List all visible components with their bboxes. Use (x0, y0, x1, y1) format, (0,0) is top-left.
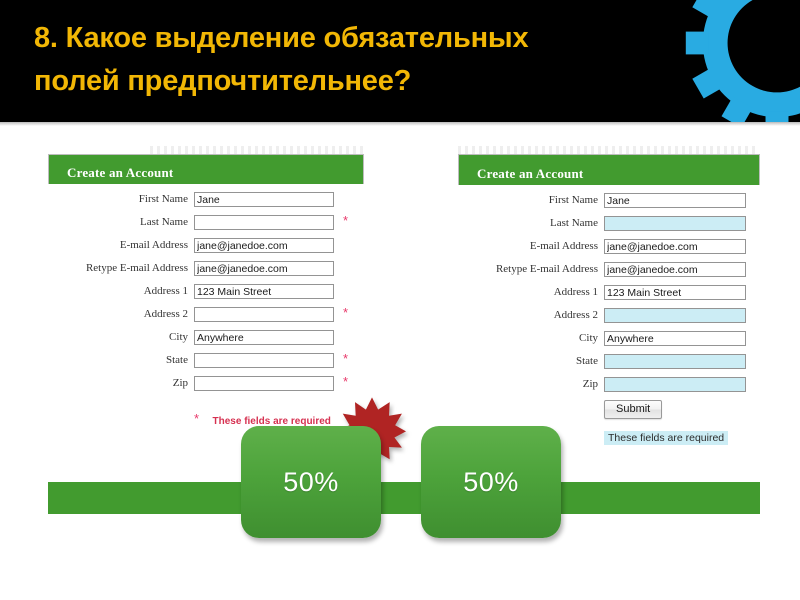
form-row: Address 2 (458, 308, 760, 323)
form-row: Last Name * (48, 213, 364, 230)
form-row: Zip (458, 377, 760, 392)
field-label: Zip (582, 378, 598, 390)
cutoff-text-artifact-left (150, 146, 365, 154)
field-label: Address 1 (143, 285, 188, 297)
account-form-highlight-variant: Create an Account First Name Last Name E-m… (458, 154, 760, 446)
cutoff-text-artifact-right (458, 146, 758, 154)
field-label: Address 2 (553, 309, 598, 321)
required-asterisk-icon: * (343, 351, 349, 366)
field-input[interactable] (604, 285, 746, 300)
form-row: E-mail Address (48, 238, 364, 253)
submit-row: Submit (458, 400, 760, 419)
form-header-bar: Create an Account (458, 154, 760, 185)
form-header-bar: Create an Account (48, 154, 364, 184)
vote-percent-label: 50% (463, 466, 519, 497)
form-row: State (458, 354, 760, 369)
field-input[interactable] (194, 284, 334, 299)
required-asterisk-icon: * (343, 374, 349, 389)
field-input[interactable] (194, 307, 334, 322)
field-input[interactable] (194, 376, 334, 391)
field-label: First Name (138, 193, 188, 205)
field-label: First Name (548, 194, 598, 206)
field-label: City (579, 332, 598, 344)
form-row: City (48, 330, 364, 345)
field-input[interactable] (194, 353, 334, 368)
field-input[interactable] (604, 377, 746, 392)
field-label: E-mail Address (119, 239, 188, 251)
field-label: Zip (172, 377, 188, 389)
field-label: Retype E-mail Address (495, 263, 598, 275)
legend-text: These fields are required (604, 431, 729, 445)
form-row: State * (48, 351, 364, 368)
form-row: Retype E-mail Address (48, 261, 364, 276)
form-row: E-mail Address (458, 239, 760, 254)
vote-percent-label: 50% (283, 466, 339, 497)
field-input[interactable] (194, 215, 334, 230)
form-row: Retype E-mail Address (458, 262, 760, 277)
field-input[interactable] (194, 330, 334, 345)
form-field-list: First Name Last Name E-mail Address Retype … (458, 185, 760, 392)
field-label: E-mail Address (529, 240, 598, 252)
vote-badge-right-option[interactable]: 50% (421, 426, 561, 538)
field-label: Address 1 (553, 286, 598, 298)
field-input[interactable] (194, 261, 334, 276)
required-asterisk-icon: * (343, 213, 349, 228)
field-input[interactable] (604, 308, 746, 323)
slide-header: 8. Какое выделение обязательных полей пр… (0, 0, 800, 122)
form-row: First Name (458, 193, 760, 208)
field-label: Retype E-mail Address (85, 262, 188, 274)
field-label: State (576, 355, 598, 367)
field-input[interactable] (604, 193, 746, 208)
slide-body: Create an Account First Name Last Name * E-… (0, 126, 800, 600)
field-input[interactable] (604, 354, 746, 369)
legend-asterisk-icon: * (194, 411, 200, 426)
form-title: Create an Account (477, 166, 584, 181)
field-input[interactable] (604, 216, 746, 231)
account-form-asterisk-variant: Create an Account First Name Last Name * E-… (48, 154, 364, 429)
field-label: State (166, 354, 188, 366)
field-input[interactable] (194, 192, 334, 207)
form-row: Zip * (48, 374, 364, 391)
field-input[interactable] (604, 239, 746, 254)
submit-button[interactable]: Submit (604, 400, 663, 419)
form-title: Create an Account (67, 165, 174, 180)
form-row: Address 1 (458, 285, 760, 300)
form-row: First Name (48, 192, 364, 207)
form-field-list: First Name Last Name * E-mail Address Retype… (48, 184, 364, 391)
form-row: Address 2 * (48, 305, 364, 322)
form-row: Last Name (458, 216, 760, 231)
field-label: Address 2 (143, 308, 188, 320)
field-label: Last Name (550, 217, 598, 229)
field-input[interactable] (604, 331, 746, 346)
vote-badge-left-option[interactable]: 50% (241, 426, 381, 538)
form-row: Address 1 (48, 284, 364, 299)
required-asterisk-icon: * (343, 305, 349, 320)
field-input[interactable] (194, 238, 334, 253)
field-label: City (169, 331, 188, 343)
form-row: City (458, 331, 760, 346)
page-title: 8. Какое выделение обязательных полей пр… (34, 22, 529, 97)
field-input[interactable] (604, 262, 746, 277)
field-label: Last Name (140, 216, 188, 228)
